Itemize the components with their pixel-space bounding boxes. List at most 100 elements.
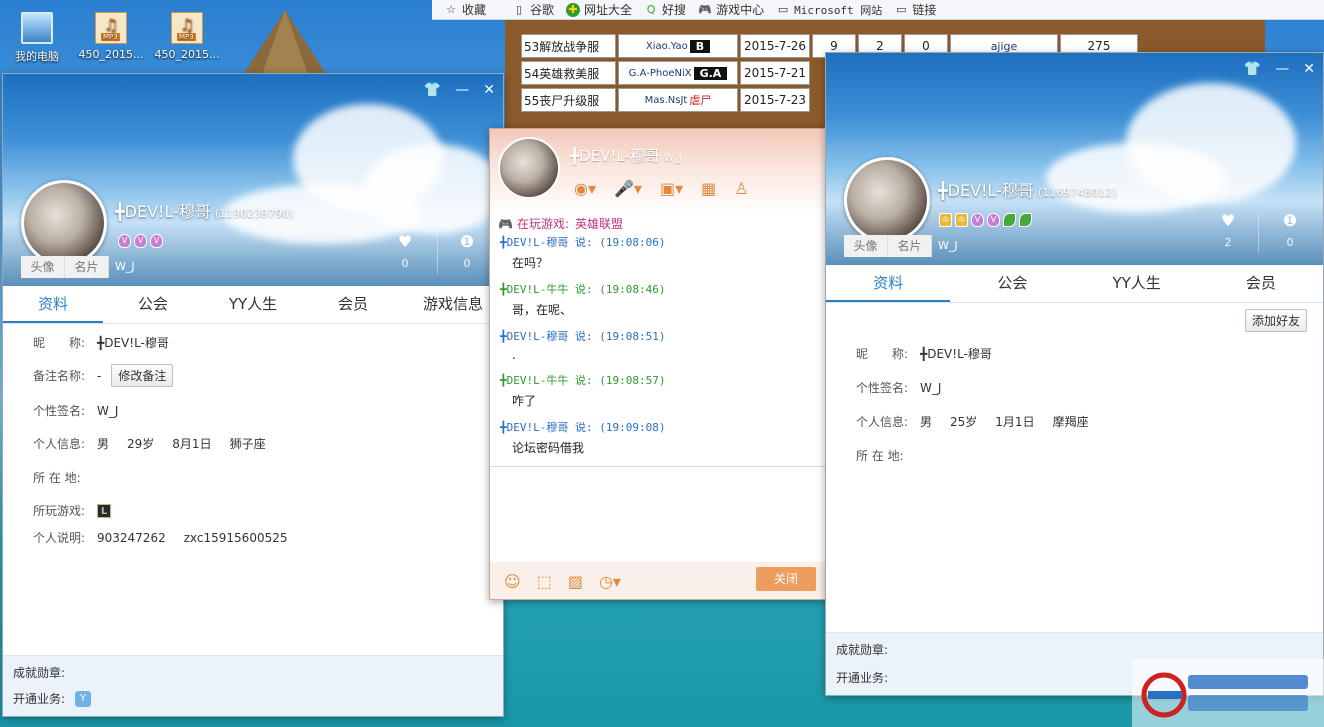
- left-profile-window: 👕 — ✕ ╋DEV!L-穆哥 (1190239790) V V V W_J 头像…: [2, 73, 504, 717]
- tab-card[interactable]: 名片: [888, 235, 932, 257]
- desktop-icon-label: 450_2015...: [154, 48, 220, 61]
- list-item: ╋DEV!L-牛牛 说: (19:08:46) 哥，在呢、: [500, 283, 666, 317]
- desktop-icon-mp3-2[interactable]: MP3 450_2015...: [152, 12, 222, 61]
- list-item: ╋DEV!L-穆哥 说: (19:08:51) .: [500, 330, 666, 362]
- avatar[interactable]: [844, 157, 930, 243]
- nickname-value: ╋DEV!L-穆哥: [920, 347, 992, 361]
- league-of-legends-icon[interactable]: L: [97, 503, 111, 518]
- tab-info[interactable]: 资料: [3, 286, 103, 323]
- signature-row: 个性签名: W_J: [856, 380, 942, 396]
- bookmark-favorites[interactable]: ☆ 收藏: [444, 1, 486, 18]
- chat-window: ╋DEV!L-穆哥 W_J ◉▾ 🎤▾ ▣▾ ▦ ♙ 🎮 在玩游戏: 英雄联盟 ╋…: [489, 128, 829, 600]
- window-controls: 👕 — ✕: [1244, 61, 1315, 77]
- bookmark-google[interactable]: ▯ 谷歌: [512, 1, 554, 18]
- chat-avatar[interactable]: [498, 137, 560, 199]
- screenshot-icon[interactable]: ▦: [701, 179, 716, 198]
- chat-toolbar: ◉▾ 🎤▾ ▣▾ ▦ ♙: [574, 179, 749, 198]
- voice-call-icon[interactable]: 🎤▾: [614, 179, 642, 198]
- close-button[interactable]: 关闭: [756, 567, 816, 591]
- hut-decoration: [240, 10, 330, 80]
- file-transfer-icon[interactable]: ▣▾: [660, 179, 683, 198]
- tab-card[interactable]: 名片: [65, 256, 109, 278]
- emoji-icon[interactable]: ☺: [504, 572, 521, 591]
- profile-username: ╋DEV!L-穆哥 (1169748012): [938, 181, 1117, 200]
- remark-value: -: [97, 368, 102, 383]
- list-item: ╋DEV!L-穆哥 说: (19:09:08) 论坛密码借我: [500, 421, 666, 455]
- close-icon[interactable]: ✕: [1303, 61, 1315, 77]
- personal-info-row: 个人信息: 男 25岁 1月1日 摩羯座: [856, 415, 1089, 429]
- tab-info[interactable]: 资料: [826, 265, 951, 302]
- crown-badge-icon: ♔: [939, 213, 952, 227]
- message-list[interactable]: ╋DEV!L-穆哥 说: (19:08:06) 在吗？ ╋DEV!L-牛牛 说:…: [490, 234, 828, 466]
- tab-guild[interactable]: 公会: [950, 265, 1074, 302]
- screenshot-icon[interactable]: ⬚: [537, 572, 552, 591]
- add-friend-button[interactable]: 添加好友: [1244, 309, 1307, 332]
- video-call-icon[interactable]: ◉▾: [574, 179, 596, 198]
- table-cell: 2015-7-26: [740, 34, 810, 58]
- signature-value: W_J: [920, 380, 942, 395]
- desktop-icon-my-computer[interactable]: 我的电脑: [2, 12, 72, 64]
- folder-icon: ▭: [777, 2, 789, 16]
- honors-stat[interactable]: ❶ 0: [1275, 211, 1305, 249]
- desktop-icon-mp3-1[interactable]: MP3 450_2015...: [76, 12, 146, 61]
- history-icon[interactable]: ◷▾: [599, 572, 621, 591]
- tab-yy-life[interactable]: YY人生: [1075, 265, 1199, 302]
- window-controls: 👕 — ✕: [424, 82, 495, 98]
- search-icon: Q: [646, 2, 656, 16]
- profile-footer: 成就勋章: 开通业务: Y: [3, 655, 503, 716]
- tab-member[interactable]: 会员: [1199, 265, 1323, 302]
- profile-signature: W_J: [115, 260, 135, 273]
- photo-tabs: 头像 名片: [21, 256, 109, 278]
- signature-row: 个性签名: W_J: [33, 403, 119, 419]
- tab-game-info[interactable]: 游戏信息: [403, 286, 503, 323]
- table-cell: G.A-PhoeNiX G.A: [618, 61, 738, 85]
- gamepad-icon: 🎮: [498, 216, 513, 231]
- tab-avatar[interactable]: 头像: [844, 235, 888, 257]
- likes-stat[interactable]: ♥ 2: [1213, 211, 1243, 249]
- location-row: 所 在 地:: [856, 449, 904, 463]
- close-icon[interactable]: ✕: [483, 82, 495, 98]
- vip-badge-icon: V: [971, 213, 984, 227]
- tab-yy-life[interactable]: YY人生: [203, 286, 303, 323]
- skin-icon[interactable]: 👕: [1244, 61, 1261, 77]
- profile-signature: W_J: [938, 239, 958, 252]
- photo-tabs: 头像 名片: [844, 235, 932, 257]
- likes-stat[interactable]: ♥ 0: [390, 232, 420, 270]
- edit-remark-button[interactable]: 修改备注: [111, 364, 174, 387]
- bookmark-hao123[interactable]: ✚ 网址大全: [566, 1, 632, 18]
- medal-icon: ❶: [1282, 211, 1298, 230]
- service-row: 开通业务:: [836, 671, 889, 685]
- profile-icon[interactable]: ♙: [734, 179, 748, 198]
- bookmark-links[interactable]: ▭ 链接: [894, 1, 936, 18]
- badge-list: V V V: [118, 234, 163, 248]
- message-input[interactable]: [490, 466, 828, 562]
- bookmark-haosou[interactable]: Q 好搜: [644, 1, 686, 18]
- plus-icon: ✚: [566, 2, 581, 17]
- computer-icon: [21, 12, 53, 44]
- description-row: 个人说明: 903247262 zxc15915600525: [33, 530, 288, 546]
- avatar[interactable]: [21, 180, 107, 266]
- profile-banner: 👕 — ✕ ╋DEV!L-穆哥 (1169748012) ♔ ♔ V V W_J …: [826, 53, 1323, 265]
- desktop-icon-label: 我的电脑: [15, 50, 59, 63]
- medal-row: 成就勋章:: [13, 666, 66, 680]
- profile-username: ╋DEV!L-穆哥 (1190239790): [115, 202, 294, 221]
- image-icon[interactable]: ▨: [568, 572, 583, 591]
- yy-service-icon[interactable]: Y: [75, 690, 92, 707]
- tab-avatar[interactable]: 头像: [21, 256, 65, 278]
- medal-icon: ❶: [459, 232, 475, 251]
- honors-stat[interactable]: ❶ 0: [452, 232, 482, 270]
- profile-banner: 👕 — ✕ ╋DEV!L-穆哥 (1190239790) V V V W_J 头像…: [3, 74, 503, 286]
- skin-icon[interactable]: 👕: [424, 82, 441, 98]
- chat-username: ╋DEV!L-穆哥 W_J: [570, 147, 682, 165]
- desktop-icon-label: 450_2015...: [78, 48, 144, 61]
- heart-icon: ♥: [397, 232, 413, 251]
- table-cell: 55丧尸升级服: [521, 88, 616, 112]
- tab-member[interactable]: 会员: [303, 286, 403, 323]
- table-cell: 53解放战争服: [521, 34, 616, 58]
- minimize-icon[interactable]: —: [455, 82, 469, 98]
- location-row: 所 在 地:: [33, 471, 81, 485]
- bookmark-microsoft[interactable]: ▭ Microsoft 网站: [776, 2, 882, 18]
- minimize-icon[interactable]: —: [1275, 61, 1289, 77]
- tab-guild[interactable]: 公会: [103, 286, 203, 323]
- bookmark-game-center[interactable]: 🎮 游戏中心: [698, 1, 764, 18]
